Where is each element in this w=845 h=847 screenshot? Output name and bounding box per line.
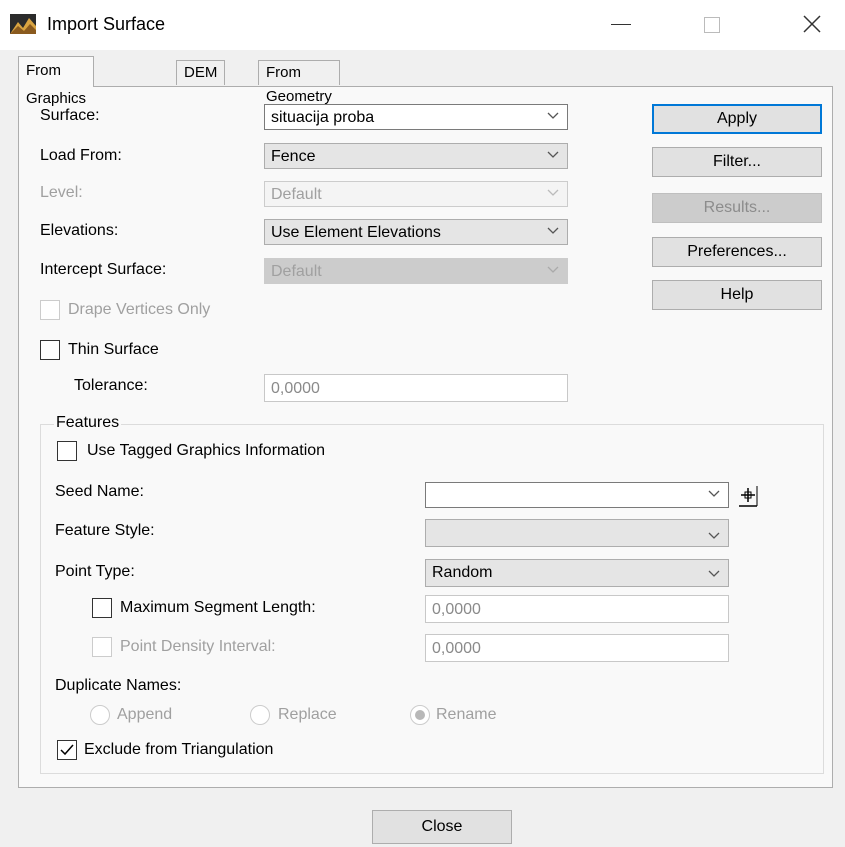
thin-surface-label: Thin Surface xyxy=(68,341,159,358)
intercept-surface-label: Intercept Surface: xyxy=(40,261,167,278)
minimize-button[interactable] xyxy=(600,10,640,40)
chevron-down-icon xyxy=(708,532,720,539)
point-type-value: Random xyxy=(432,564,493,581)
import-surface-icon xyxy=(10,14,36,34)
chevron-down-icon xyxy=(547,227,559,234)
point-density-interval-label: Point Density Interval: xyxy=(120,638,276,655)
load-from-label: Load From: xyxy=(40,147,122,164)
chevron-down-icon xyxy=(547,266,559,273)
rename-radio-label: Rename xyxy=(436,706,497,723)
duplicate-names-label: Duplicate Names: xyxy=(55,677,182,694)
seed-name-label: Seed Name: xyxy=(55,483,144,500)
surface-dropdown[interactable]: situacija proba xyxy=(264,104,568,130)
intercept-surface-dropdown: Default xyxy=(264,258,568,284)
seed-name-dropdown[interactable] xyxy=(425,482,729,508)
close-icon xyxy=(803,15,821,33)
chevron-down-icon xyxy=(547,189,559,196)
rename-radio xyxy=(410,705,430,725)
close-window-button[interactable] xyxy=(792,10,832,40)
elevations-value: Use Element Elevations xyxy=(271,224,441,241)
point-density-interval-value: 0,0000 xyxy=(432,640,481,657)
load-from-value: Fence xyxy=(271,148,316,165)
point-density-interval-checkbox xyxy=(92,637,112,657)
tab-from-graphics[interactable]: From Graphics xyxy=(18,56,95,107)
feature-style-dropdown[interactable] xyxy=(425,519,729,547)
point-type-label: Point Type: xyxy=(55,563,135,580)
apply-button[interactable]: Apply xyxy=(652,104,822,134)
max-segment-length-label: Maximum Segment Length: xyxy=(120,599,316,616)
preferences-button[interactable]: Preferences... xyxy=(652,237,822,267)
thin-surface-checkbox[interactable] xyxy=(40,340,60,360)
exclude-triangulation-label: Exclude from Triangulation xyxy=(84,741,274,758)
append-radio xyxy=(90,705,110,725)
chevron-down-icon xyxy=(708,570,720,577)
tolerance-label: Tolerance: xyxy=(74,377,148,394)
chevron-down-icon xyxy=(708,490,720,497)
chevron-down-icon xyxy=(547,151,559,158)
use-tagged-graphics-label: Use Tagged Graphics Information xyxy=(87,442,326,459)
features-title: Features xyxy=(54,414,122,432)
replace-radio xyxy=(250,705,270,725)
level-dropdown: Default xyxy=(264,181,568,207)
checkmark-icon xyxy=(60,744,74,756)
feature-style-label: Feature Style: xyxy=(55,522,155,539)
drape-vertices-only-checkbox xyxy=(40,300,60,320)
use-tagged-graphics-checkbox[interactable] xyxy=(57,441,77,461)
level-label: Level: xyxy=(40,184,83,201)
chevron-down-icon xyxy=(547,112,559,119)
drape-vertices-only-label: Drape Vertices Only xyxy=(68,301,211,318)
exclude-triangulation-checkbox[interactable] xyxy=(57,740,77,760)
append-radio-label: Append xyxy=(117,706,173,723)
pick-seed-button[interactable] xyxy=(735,482,761,508)
filter-button[interactable]: Filter... xyxy=(652,147,822,177)
surface-value: situacija proba xyxy=(271,109,375,126)
load-from-dropdown[interactable]: Fence xyxy=(264,143,568,169)
max-segment-length-field[interactable]: 0,0000 xyxy=(425,595,729,623)
point-type-dropdown[interactable]: Random xyxy=(425,559,729,587)
tab-from-geometry[interactable]: From Geometry xyxy=(258,60,340,105)
maximize-button[interactable] xyxy=(690,10,730,40)
window-title: Import Surface xyxy=(47,14,166,34)
intercept-surface-value: Default xyxy=(271,263,322,280)
elevations-dropdown[interactable]: Use Element Elevations xyxy=(264,219,568,245)
max-segment-length-value: 0,0000 xyxy=(432,601,481,618)
level-value: Default xyxy=(271,186,322,203)
replace-radio-label: Replace xyxy=(278,706,337,723)
tolerance-field: 0,0000 xyxy=(264,374,568,402)
elevations-label: Elevations: xyxy=(40,222,119,239)
title-bar[interactable]: Import Surface xyxy=(0,0,845,50)
tab-dem[interactable]: DEM xyxy=(176,60,226,85)
close-button[interactable]: Close xyxy=(372,810,512,844)
point-density-interval-field: 0,0000 xyxy=(425,634,729,662)
results-button: Results... xyxy=(652,193,822,223)
help-button[interactable]: Help xyxy=(652,280,822,310)
tolerance-value: 0,0000 xyxy=(271,380,320,397)
max-segment-length-checkbox[interactable] xyxy=(92,598,112,618)
